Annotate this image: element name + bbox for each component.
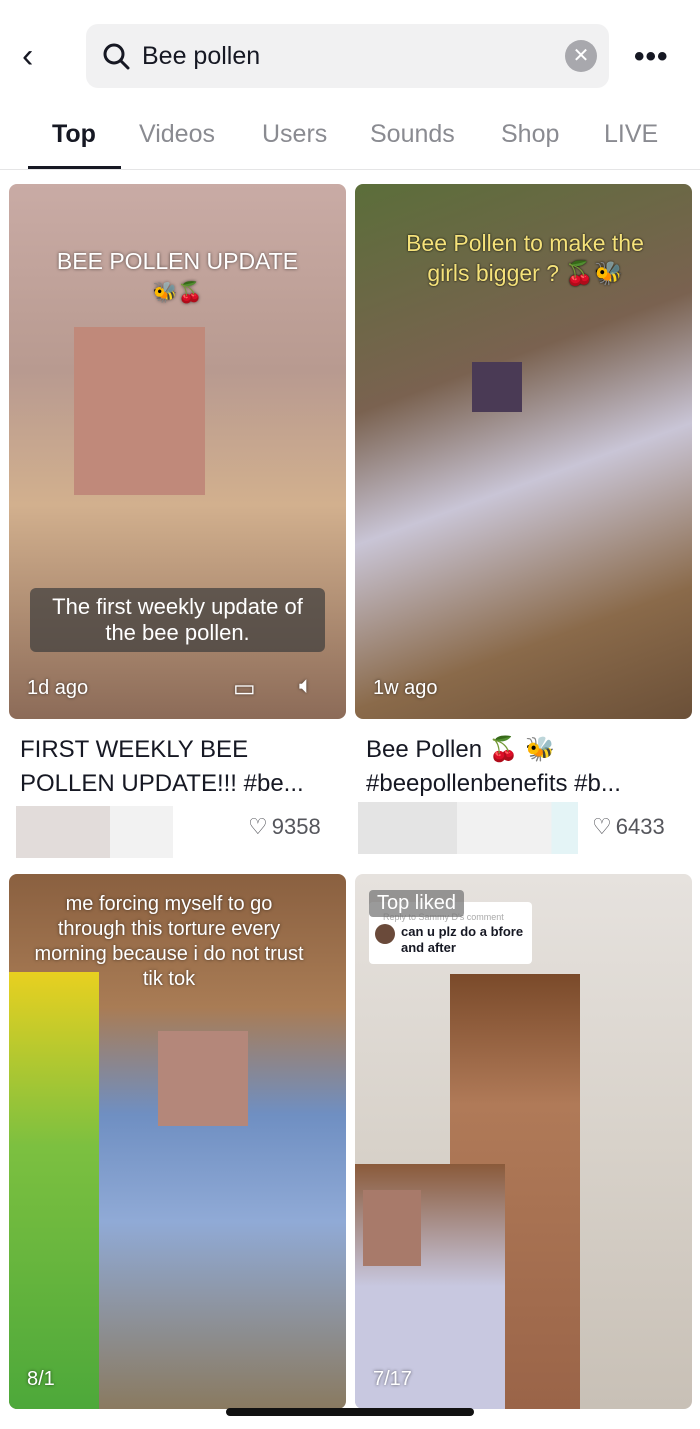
creator-info-redacted[interactable] (358, 802, 578, 854)
video-thumbnail[interactable]: Reply to Sammy D's comment can u plz do … (355, 874, 692, 1409)
overlay-title: BEE POLLEN UPDATE (56, 248, 299, 274)
overlay-emoji: 🐝🍒 (152, 282, 203, 304)
video-caption[interactable]: FIRST WEEKLY BEE POLLEN UPDATE!!! #be... (20, 733, 340, 801)
overlay-title: Bee Pollen to make the girls bigger ? 🍒🐝 (406, 230, 644, 286)
tab-users[interactable]: Users (262, 120, 327, 149)
video-thumbnail[interactable]: me forcing myself to go through this tor… (9, 874, 346, 1409)
creator-info-redacted[interactable] (16, 806, 173, 858)
search-bar[interactable]: ✕ (86, 24, 609, 88)
video-thumbnail[interactable]: BEE POLLEN UPDATE 🐝🍒 The first weekly up… (9, 184, 346, 719)
home-indicator (226, 1408, 474, 1416)
blurred-face (158, 1031, 248, 1126)
post-age: 1d ago (27, 677, 89, 699)
search-header: ‹ ✕ ••• (0, 24, 700, 88)
like-count: ♡ 9358 (248, 814, 321, 840)
tab-videos[interactable]: Videos (139, 120, 215, 149)
active-tab-indicator (28, 166, 121, 169)
search-icon (103, 43, 130, 70)
search-tabs: Top Videos Users Sounds Shop LIVE (0, 108, 700, 170)
post-age: 8/1 (27, 1368, 55, 1390)
search-input[interactable] (142, 41, 542, 71)
back-button[interactable]: ‹ (22, 38, 52, 74)
avatar (375, 924, 395, 944)
video-caption[interactable]: Bee Pollen 🍒 🐝 #beepollenbenefits #b... (366, 733, 686, 801)
top-liked-badge: Top liked (369, 890, 464, 917)
sound-icon[interactable]: 🔈︎ (299, 672, 313, 700)
post-age: 7/17 (373, 1368, 412, 1390)
overlay-title: me forcing myself to go through this tor… (34, 893, 304, 990)
tab-sounds[interactable]: Sounds (370, 120, 455, 149)
tab-shop[interactable]: Shop (501, 120, 559, 149)
tab-top[interactable]: Top (52, 120, 96, 149)
like-count-value: 6433 (615, 814, 665, 839)
bottle-image (9, 972, 99, 1409)
blurred-face (74, 327, 205, 495)
tab-live[interactable]: LIVE (604, 120, 658, 149)
video-subtitle: The first weekly update of the bee polle… (30, 588, 325, 652)
like-count-value: 9358 (271, 814, 321, 839)
clear-search-button[interactable]: ✕ (565, 40, 597, 72)
more-options-button[interactable]: ••• (634, 40, 669, 74)
post-age: 1w ago (373, 677, 438, 699)
blurred-face (363, 1190, 421, 1266)
video-thumbnail[interactable]: Bee Pollen to make the girls bigger ? 🍒🐝… (355, 184, 692, 719)
heart-icon: ♡ (592, 814, 612, 839)
captions-icon[interactable]: ▭ (233, 674, 256, 703)
blurred-face (472, 362, 522, 412)
like-count: ♡ 6433 (592, 814, 665, 840)
heart-icon: ♡ (248, 814, 268, 839)
comment-text: can u plz do a bfore and after (401, 924, 524, 955)
